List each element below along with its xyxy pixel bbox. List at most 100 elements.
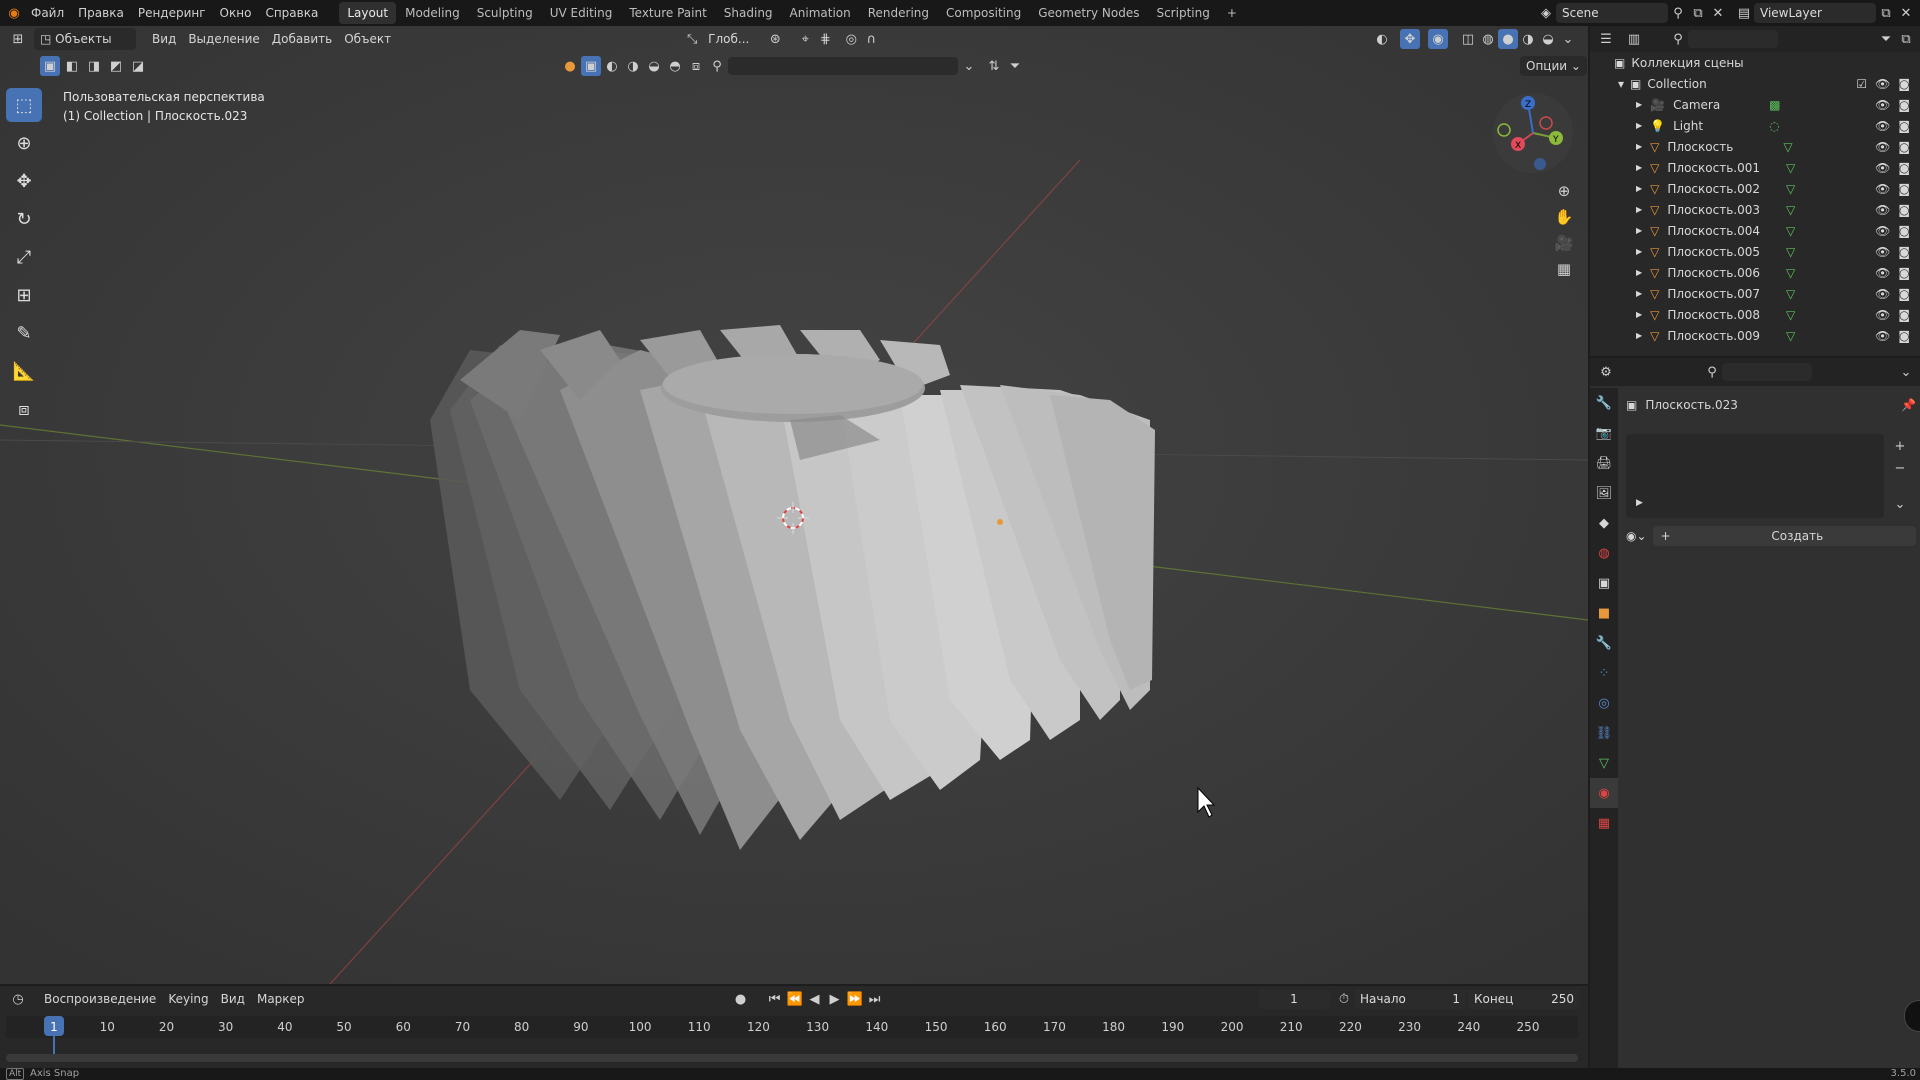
constraints-tab-icon[interactable]: ⛓ bbox=[1590, 718, 1618, 748]
view-layer-selector[interactable]: ViewLayer bbox=[1754, 3, 1876, 23]
orientation-selector[interactable]: Глоб... bbox=[702, 28, 755, 50]
menu-keying[interactable]: Keying bbox=[162, 988, 214, 1010]
render-camera-icon[interactable]: ◙ bbox=[1898, 203, 1910, 217]
select-intersect-icon[interactable]: ◪ bbox=[128, 56, 148, 76]
close-icon[interactable]: ✕ bbox=[1708, 3, 1728, 23]
workspace-tab-modeling[interactable]: Modeling bbox=[397, 2, 468, 24]
overlay-icon[interactable]: ◉ bbox=[1428, 29, 1448, 49]
menu-playback[interactable]: Воспроизведение bbox=[38, 988, 162, 1010]
eye-icon[interactable]: 👁 bbox=[1875, 224, 1890, 238]
exclude-checkbox-icon[interactable]: ☑ bbox=[1856, 77, 1867, 91]
menu-timeline-view[interactable]: Вид bbox=[215, 988, 251, 1010]
menu-help[interactable]: Справка bbox=[258, 2, 325, 24]
menu-object[interactable]: Объект bbox=[338, 28, 397, 50]
filter-meta-icon[interactable]: ◒ bbox=[644, 56, 664, 76]
menu-view[interactable]: Вид bbox=[146, 28, 182, 50]
outliner-editor-icon[interactable]: ☰ bbox=[1596, 29, 1616, 49]
menu-select[interactable]: Выделение bbox=[182, 28, 265, 50]
annotate-tool-icon[interactable]: ✎ bbox=[6, 316, 42, 350]
filter-icon[interactable]: ⏷ bbox=[1005, 56, 1025, 76]
outliner-item[interactable]: ▶ 💡 Light ◌ 👁 ◙ bbox=[1590, 115, 1920, 136]
texture-tab-icon[interactable]: ▦ bbox=[1590, 808, 1618, 838]
workspace-tab-shading[interactable]: Shading bbox=[716, 2, 781, 24]
menu-edit[interactable]: Правка bbox=[71, 2, 131, 24]
mesh-data-icon[interactable]: ▽ bbox=[1786, 329, 1795, 343]
collection-tab-icon[interactable]: ▣ bbox=[1590, 568, 1618, 598]
properties-editor-icon[interactable]: ⚙ bbox=[1596, 362, 1616, 382]
pan-hand-icon[interactable]: ✋ bbox=[1551, 204, 1577, 230]
menu-marker[interactable]: Маркер bbox=[251, 988, 311, 1010]
expand-arrow-icon[interactable]: ▶ bbox=[1636, 163, 1642, 172]
render-camera-icon[interactable]: ◙ bbox=[1898, 266, 1910, 280]
new-collection-icon[interactable]: ⧉ bbox=[1896, 29, 1916, 49]
auto-keying-icon[interactable]: ● bbox=[731, 989, 751, 1009]
material-slot-list[interactable]: ▶ bbox=[1626, 434, 1884, 518]
eye-icon[interactable]: 👁 bbox=[1875, 140, 1890, 154]
menu-file[interactable]: Файл bbox=[24, 2, 71, 24]
pin-properties-icon[interactable]: 📌 bbox=[1901, 398, 1916, 412]
render-camera-icon[interactable]: ◙ bbox=[1898, 329, 1910, 343]
select-invert-icon[interactable]: ◩ bbox=[106, 56, 126, 76]
material-browse-icon[interactable]: ◉⌄ bbox=[1626, 529, 1647, 543]
properties-dropdown-icon[interactable]: ⌄ bbox=[1896, 362, 1916, 382]
workspace-tab-texture-paint[interactable]: Texture Paint bbox=[621, 2, 714, 24]
mesh-data-icon[interactable]: ▽ bbox=[1786, 287, 1795, 301]
snap-icon[interactable]: ⌖ bbox=[795, 29, 815, 49]
timeline-scrollbar[interactable] bbox=[6, 1054, 1578, 1062]
navigation-gizmo[interactable]: Y Z X bbox=[1488, 88, 1578, 178]
frame-start-field[interactable]: Начало 1 bbox=[1354, 989, 1466, 1009]
select-box-icon[interactable]: ⬚ bbox=[6, 88, 42, 122]
outliner-item[interactable]: ▶ ▽ Плоскость.008 ▽ 👁 ◙ bbox=[1590, 304, 1920, 325]
outliner-scene-collection[interactable]: ▣ Коллекция сцены bbox=[1590, 52, 1920, 73]
viewport-search-icon[interactable]: ⚲ bbox=[707, 56, 727, 76]
filter-dropdown-icon[interactable]: ⌄ bbox=[959, 56, 979, 76]
expand-arrow-icon[interactable]: ▶ bbox=[1636, 142, 1642, 151]
zoom-icon[interactable]: ⊕ bbox=[1551, 178, 1577, 204]
add-workspace-button[interactable]: + bbox=[1219, 2, 1245, 24]
blender-logo-icon[interactable]: ◉ bbox=[4, 3, 24, 23]
rotate-tool-icon[interactable]: ↻ bbox=[6, 202, 42, 236]
proportional-edit-icon[interactable]: ◎ bbox=[841, 29, 861, 49]
eye-icon[interactable]: 👁 bbox=[1875, 308, 1890, 322]
expand-arrow-icon[interactable]: ▶ bbox=[1636, 331, 1642, 340]
render-camera-icon[interactable]: ◙ bbox=[1898, 140, 1910, 154]
outliner-item[interactable]: ▶ ▽ Плоскость ▽ 👁 ◙ bbox=[1590, 136, 1920, 157]
slot-menu-icon[interactable]: ⌄ bbox=[1890, 494, 1910, 514]
current-frame-field[interactable]: 1 bbox=[1258, 989, 1330, 1009]
expand-arrow-icon[interactable]: ▾ bbox=[1618, 77, 1624, 91]
render-camera-icon[interactable]: ◙ bbox=[1898, 77, 1910, 91]
outliner-item[interactable]: ▶ ▽ Плоскость.001 ▽ 👁 ◙ bbox=[1590, 157, 1920, 178]
outliner-item[interactable]: ▶ ▽ Плоскость.005 ▽ 👁 ◙ bbox=[1590, 241, 1920, 262]
add-cube-tool-icon[interactable]: ⧈ bbox=[6, 392, 42, 426]
expand-arrow-icon[interactable]: ▶ bbox=[1636, 268, 1642, 277]
outliner-item[interactable]: ▶ 🎥 Camera ▩ 👁 ◙ bbox=[1590, 94, 1920, 115]
output-tab-icon[interactable]: 🖨 bbox=[1590, 448, 1618, 478]
filter-light-icon[interactable]: ◓ bbox=[665, 56, 685, 76]
scene-tab-icon[interactable]: ◆ bbox=[1590, 508, 1618, 538]
scene-icon[interactable]: ◈ bbox=[1536, 3, 1556, 23]
create-material-button[interactable]: + Создать bbox=[1652, 526, 1916, 546]
workspace-tab-geometry-nodes[interactable]: Geometry Nodes bbox=[1030, 2, 1147, 24]
viewport-search-field[interactable] bbox=[728, 57, 958, 75]
world-tab-icon[interactable]: ◍ bbox=[1590, 538, 1618, 568]
scale-tool-icon[interactable]: ⤢ bbox=[6, 240, 42, 274]
mesh-data-icon[interactable]: ▽ bbox=[1786, 266, 1795, 280]
select-extend-icon[interactable]: ◧ bbox=[62, 56, 82, 76]
render-camera-icon[interactable]: ◙ bbox=[1898, 287, 1910, 301]
expand-arrow-icon[interactable]: ▶ bbox=[1636, 310, 1642, 319]
viewport-options-button[interactable]: Опции ⌄ bbox=[1520, 56, 1587, 76]
expand-arrow-icon[interactable]: ▶ bbox=[1636, 121, 1642, 130]
expand-arrow-icon[interactable]: ▶ bbox=[1636, 247, 1642, 256]
mesh-data-icon[interactable]: ▽ bbox=[1783, 140, 1792, 154]
visibility-icon[interactable]: ◐ bbox=[1372, 29, 1392, 49]
jump-keyframe-back-icon[interactable]: ⏪ bbox=[785, 989, 805, 1009]
pin-icon[interactable]: ⚲ bbox=[1668, 3, 1688, 23]
eye-icon[interactable]: 👁 bbox=[1875, 119, 1890, 133]
menu-render[interactable]: Рендеринг bbox=[131, 2, 213, 24]
outliner-search-icon[interactable]: ⚲ bbox=[1668, 29, 1688, 49]
mesh-data-icon[interactable]: ▽ bbox=[1786, 224, 1795, 238]
play-reverse-icon[interactable]: ◀ bbox=[805, 989, 825, 1009]
eye-icon[interactable]: 👁 bbox=[1875, 98, 1890, 112]
particles-tab-icon[interactable]: ⁘ bbox=[1590, 658, 1618, 688]
object-tab-icon[interactable]: ■ bbox=[1590, 598, 1618, 628]
